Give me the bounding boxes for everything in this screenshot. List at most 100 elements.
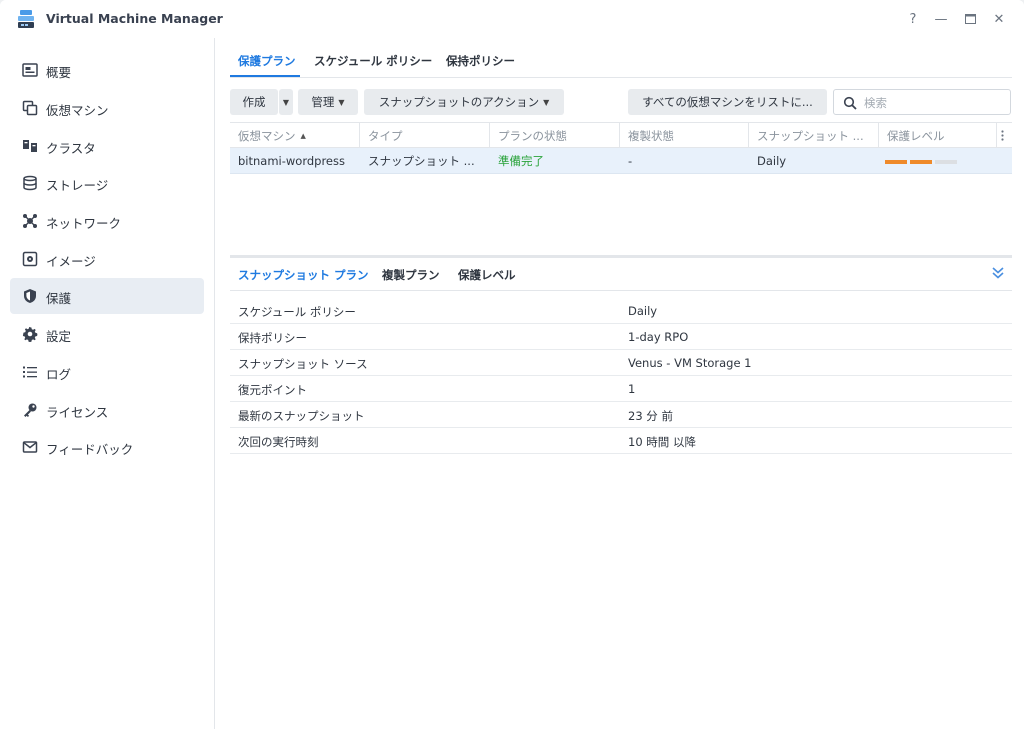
image-icon	[22, 251, 38, 267]
column-header-protection-level[interactable]: 保護レベル	[879, 123, 997, 148]
sidebar-item-label: イメージ	[46, 254, 96, 269]
sidebar-item-license[interactable]: ライセンス	[10, 392, 204, 428]
column-options-button[interactable]	[997, 123, 1012, 148]
column-header-plan-status[interactable]: プランの状態	[490, 123, 620, 148]
title-bar: Virtual Machine Manager ? — ✕	[0, 0, 1024, 38]
sidebar-item-storage[interactable]: ストレージ	[10, 165, 204, 201]
property-value: 1-day RPO	[628, 330, 689, 344]
cell-type: スナップショット ...	[368, 154, 475, 168]
column-label: 仮想マシン	[238, 128, 296, 143]
snapshot-actions-label: スナップショットのアクション	[378, 95, 540, 109]
sidebar-item-label: ログ	[46, 367, 72, 382]
property-value: 10 時間 以降	[628, 435, 696, 449]
property-value: 1	[628, 382, 636, 396]
sidebar-item-label: ストレージ	[46, 178, 109, 193]
tab-retention-policy[interactable]: 保持ポリシー	[446, 53, 515, 69]
app-title: Virtual Machine Manager	[46, 11, 223, 26]
property-key: スナップショット ソース	[238, 357, 368, 371]
shield-icon	[24, 289, 36, 303]
sidebar-item-image[interactable]: イメージ	[10, 241, 204, 277]
sidebar-item-cluster[interactable]: クラスタ	[10, 128, 204, 164]
sidebar-item-settings[interactable]: 設定	[10, 316, 204, 352]
sidebar-item-label: フィードバック	[46, 442, 134, 457]
list-all-vms-button[interactable]: すべての仮想マシンをリストに...	[628, 89, 827, 115]
minimize-button[interactable]: —	[931, 9, 951, 29]
create-button[interactable]: 作成	[230, 89, 278, 115]
search-input[interactable]	[864, 94, 1004, 111]
gear-icon	[22, 326, 38, 342]
help-button[interactable]: ?	[903, 9, 923, 29]
property-key: スケジュール ポリシー	[238, 305, 356, 319]
sidebar-item-label: 概要	[46, 65, 72, 80]
column-label: スナップショット ...	[757, 128, 864, 143]
overview-icon	[22, 63, 38, 77]
column-label: プランの状態	[498, 128, 567, 143]
more-vertical-icon	[1001, 130, 1004, 141]
chevron-down-icon: ▼	[338, 97, 345, 107]
protection-level-segment	[935, 160, 957, 164]
virtual-machine-icon	[22, 100, 38, 116]
main-tabs: 保護プラン スケジュール ポリシー 保持ポリシー	[230, 38, 1012, 78]
network-icon	[23, 214, 37, 228]
property-key: 復元ポイント	[238, 383, 307, 397]
cell-protection-level	[879, 148, 997, 174]
table-row[interactable]: bitnami-wordpress スナップショット ... 準備完了 - Da…	[230, 148, 1012, 174]
protection-level-segment	[910, 160, 932, 164]
main-panel: 保護プラン スケジュール ポリシー 保持ポリシー 作成 ▼ 管理 ▼ スナップショ…	[216, 38, 1024, 729]
sidebar-item-label: クラスタ	[46, 141, 96, 156]
maximize-button[interactable]	[960, 9, 980, 29]
property-row: 次回の実行時刻 10 時間 以降	[230, 428, 1012, 454]
property-key: 保持ポリシー	[238, 331, 307, 345]
snapshot-actions-button[interactable]: スナップショットのアクション ▼	[364, 89, 564, 115]
column-header-snapshot[interactable]: スナップショット ...	[749, 123, 879, 148]
cell-plan-status: 準備完了	[498, 154, 544, 168]
active-tab-indicator	[230, 75, 300, 77]
property-key: 最新のスナップショット	[238, 409, 365, 423]
sidebar-item-virtual-machine[interactable]: 仮想マシン	[10, 90, 204, 126]
sidebar-item-network[interactable]: ネットワーク	[10, 203, 204, 239]
tab-protection-level[interactable]: 保護レベル	[458, 267, 516, 283]
tab-snapshot-plan[interactable]: スナップショット プラン	[238, 267, 369, 283]
chevron-down-icon: ▼	[543, 97, 550, 107]
tab-protection-plan[interactable]: 保護プラン	[238, 53, 296, 69]
manage-button[interactable]: 管理 ▼	[298, 89, 358, 115]
sidebar-item-protection[interactable]: 保護	[10, 278, 204, 314]
table-header: 仮想マシン ▲ タイプ プランの状態 複製状態 スナップショット ... 保護レベ…	[230, 122, 1012, 148]
sidebar-item-overview[interactable]: 概要	[10, 52, 204, 88]
tab-schedule-policy[interactable]: スケジュール ポリシー	[314, 53, 432, 69]
double-chevron-down-icon[interactable]	[990, 265, 1006, 281]
sidebar-item-label: ライセンス	[46, 405, 109, 420]
property-row: 復元ポイント 1	[230, 376, 1012, 402]
property-row: スナップショット ソース Venus - VM Storage 1	[230, 350, 1012, 376]
tab-replication-plan[interactable]: 複製プラン	[382, 267, 440, 283]
property-row: 保持ポリシー 1-day RPO	[230, 324, 1012, 350]
app-logo-icon	[18, 10, 34, 28]
sidebar-item-label: ネットワーク	[46, 216, 122, 231]
chevron-down-icon: ▼	[282, 97, 290, 107]
sidebar-item-log[interactable]: ログ	[10, 354, 204, 390]
cell-vm: bitnami-wordpress	[238, 154, 345, 168]
property-key: 次回の実行時刻	[238, 435, 319, 449]
sidebar-item-feedback[interactable]: フィードバック	[10, 429, 204, 465]
key-icon	[24, 403, 37, 417]
create-dropdown-button[interactable]: ▼	[279, 89, 293, 115]
detail-tabs: スナップショット プラン 複製プラン 保護レベル	[230, 258, 1012, 291]
cluster-icon	[23, 140, 37, 152]
storage-icon	[23, 175, 37, 191]
app-window: Virtual Machine Manager ? — ✕ 概要 仮想マシン ク…	[0, 0, 1024, 729]
column-header-type[interactable]: タイプ	[360, 123, 490, 148]
column-header-replication-status[interactable]: 複製状態	[620, 123, 749, 148]
property-value: Venus - VM Storage 1	[628, 356, 752, 370]
search-icon	[843, 96, 857, 110]
sidebar-item-label: 設定	[46, 329, 72, 344]
close-button[interactable]: ✕	[989, 9, 1009, 29]
property-value: Daily	[628, 304, 658, 318]
sidebar-item-label: 保護	[46, 291, 72, 306]
column-header-vm[interactable]: 仮想マシン ▲	[230, 123, 360, 148]
property-row: 最新のスナップショット 23 分 前	[230, 402, 1012, 428]
property-row: スケジュール ポリシー Daily	[230, 298, 1012, 324]
toolbar: 作成 ▼ 管理 ▼ スナップショットのアクション ▼ すべての仮想マシンをリストに.…	[230, 89, 1012, 115]
sort-ascending-icon: ▲	[300, 131, 306, 140]
column-label: 複製状態	[628, 128, 674, 143]
search-box[interactable]	[833, 89, 1011, 115]
